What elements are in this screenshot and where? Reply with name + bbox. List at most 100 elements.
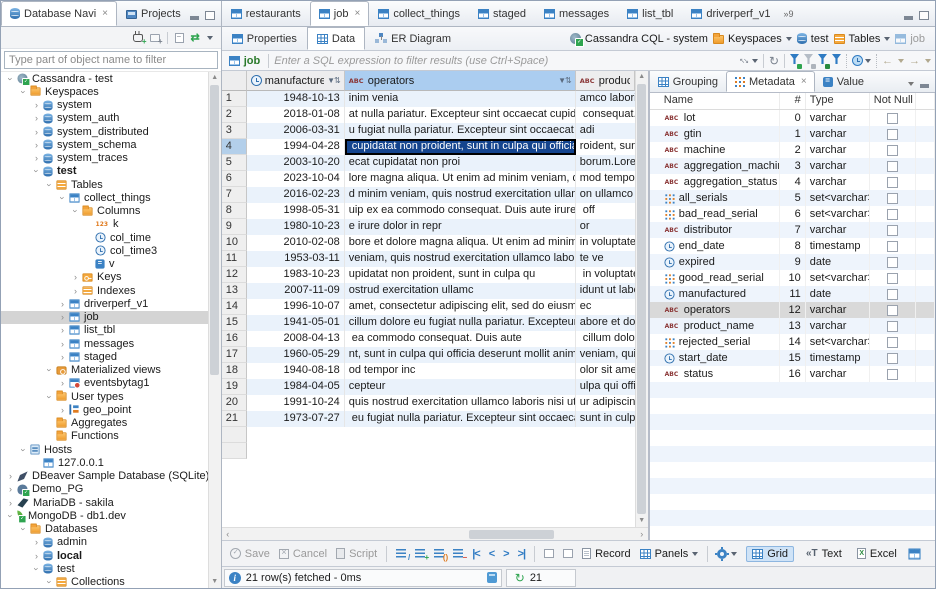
not-null-checkbox[interactable]: [887, 305, 898, 316]
row-number-cell[interactable]: 6: [222, 171, 247, 187]
not-null-checkbox[interactable]: [887, 353, 898, 364]
editor-tab-staged[interactable]: staged: [469, 1, 535, 26]
row-number-cell[interactable]: 5: [222, 155, 247, 171]
cell-manufactured[interactable]: 1991-10-24: [247, 395, 345, 411]
breadcrumb-tables[interactable]: Tables: [834, 33, 891, 45]
cell-product-name[interactable]: ec: [576, 299, 635, 315]
cell-manufactured[interactable]: 1953-03-11: [247, 251, 345, 267]
metadata-row-status[interactable]: status16varchar: [650, 366, 935, 382]
tree-item-cassandra-test[interactable]: ›Cassandra - test: [1, 72, 208, 85]
expander-icon[interactable]: ›: [45, 179, 55, 190]
not-null-checkbox[interactable]: [887, 369, 898, 380]
expander-icon[interactable]: ›: [70, 272, 81, 282]
tree-item-tables[interactable]: ›Tables: [1, 178, 208, 191]
dropdown-icon[interactable]: [884, 37, 890, 41]
expander-icon[interactable]: ›: [19, 444, 29, 455]
row-number-cell[interactable]: [222, 443, 247, 459]
auto-refresh-button[interactable]: [852, 55, 871, 66]
apply-filter-icon[interactable]: [790, 54, 799, 67]
panels-button[interactable]: Panels: [640, 548, 699, 560]
row-number-cell[interactable]: 3: [222, 123, 247, 139]
tree-item-dbeaver-sample-database-sqlite[interactable]: ›DBeaver Sample Database (SQLite): [1, 470, 208, 483]
add-row-icon[interactable]: +: [415, 549, 425, 558]
cell-operators[interactable]: ea commodo consequat. Duis aute: [345, 331, 576, 347]
expander-icon[interactable]: ›: [57, 405, 68, 415]
new-folder-icon[interactable]: [150, 34, 160, 42]
column-header-notnull[interactable]: Not Null: [870, 93, 916, 109]
next-row-icon[interactable]: >: [503, 548, 508, 560]
minimize-icon[interactable]: [904, 16, 913, 20]
record-button[interactable]: Record: [582, 548, 630, 560]
metadata-row-machine[interactable]: machine2varchar: [650, 142, 935, 158]
view-menu-icon[interactable]: [908, 82, 914, 86]
tree-item-list-tbl[interactable]: ›list_tbl: [1, 324, 208, 337]
row-number-cell[interactable]: 17: [222, 347, 247, 363]
cell-manufactured[interactable]: 1998-05-31: [247, 203, 345, 219]
minimize-icon[interactable]: [190, 16, 199, 20]
scroll-right-icon[interactable]: ›: [636, 528, 648, 540]
editor-tab-job[interactable]: job×: [310, 1, 370, 26]
expander-icon[interactable]: ›: [5, 498, 16, 508]
remove-filter-icon[interactable]: [804, 54, 813, 67]
tree-item-127-0-0-1[interactable]: 127.0.0.1: [1, 456, 208, 469]
expander-icon[interactable]: ›: [45, 577, 55, 588]
grid-view-toggle[interactable]: Grid: [746, 546, 794, 562]
view-menu-icon[interactable]: [207, 36, 213, 40]
cell-product-name[interactable]: te ve: [576, 251, 635, 267]
cell-manufactured[interactable]: 1940-08-18: [247, 363, 345, 379]
cell-product-name[interactable]: idunt ut labore: [576, 283, 635, 299]
row-number-cell[interactable]: 21: [222, 411, 247, 427]
cell-manufactured[interactable]: 1980-10-23: [247, 219, 345, 235]
view-tab-database-navi[interactable]: Database Navi×: [1, 1, 117, 26]
auto-refresh-menu-icon[interactable]: [865, 59, 871, 63]
panel-tab-value[interactable]: Value: [815, 71, 872, 92]
row-number-cell[interactable]: 4: [222, 139, 247, 155]
expander-icon[interactable]: ›: [57, 299, 68, 309]
breadcrumb-cassandra-cql-system[interactable]: Cassandra CQL - system: [570, 33, 708, 45]
cell-product-name[interactable]: ur adipiscing eli: [576, 395, 635, 411]
cell-product-name[interactable]: borum.Lorem ip: [576, 155, 635, 171]
close-icon[interactable]: ×: [801, 76, 807, 87]
cell-manufactured[interactable]: 1941-05-01: [247, 315, 345, 331]
row-number-cell[interactable]: [222, 427, 247, 443]
refresh-icon[interactable]: ↻: [515, 573, 525, 583]
metadata-row-end-date[interactable]: end_date8timestamp: [650, 238, 935, 254]
not-null-checkbox[interactable]: [887, 177, 898, 188]
text-view-toggle[interactable]: «TText: [803, 547, 845, 561]
not-null-checkbox[interactable]: [887, 113, 898, 124]
row-number-cell[interactable]: 1: [222, 91, 247, 107]
maximize-icon[interactable]: [919, 11, 929, 20]
metadata-row-start-date[interactable]: start_date15timestamp: [650, 350, 935, 366]
scrollbar-thumb[interactable]: [637, 84, 646, 514]
previous-row-icon[interactable]: <: [489, 548, 494, 560]
cell-operators[interactable]: nt, sunt in culpa qui officia deserunt m…: [345, 347, 576, 363]
metadata-row-operators[interactable]: operators12varchar: [650, 302, 935, 318]
cell-operators[interactable]: amet, consectetur adipiscing elit, sed d…: [345, 299, 576, 315]
expander-icon[interactable]: ›: [31, 537, 42, 547]
row-number-cell[interactable]: 13: [222, 283, 247, 299]
column-header-product-name[interactable]: product_name: [576, 71, 635, 91]
not-null-checkbox[interactable]: [887, 241, 898, 252]
fetch-size-icon[interactable]: [487, 572, 497, 583]
not-null-checkbox[interactable]: [887, 321, 898, 332]
expander-icon[interactable]: ›: [31, 140, 42, 150]
cell-product-name[interactable]: veniam, quis n: [576, 347, 635, 363]
editor-tab-collect-things[interactable]: collect_things: [369, 1, 469, 26]
metadata-row-gtin[interactable]: gtin1varchar: [650, 126, 935, 142]
row-number-cell[interactable]: 19: [222, 379, 247, 395]
metadata-row-good-read-serial[interactable]: good_read_serial10set<varchar>: [650, 270, 935, 286]
not-null-checkbox[interactable]: [887, 257, 898, 268]
metadata-row-expired[interactable]: expired9date: [650, 254, 935, 270]
cell-manufactured[interactable]: 2023-10-04: [247, 171, 345, 187]
settings-button[interactable]: [717, 548, 737, 559]
cell-operators[interactable]: ecat cupidatat non proi: [345, 155, 576, 171]
save-button[interactable]: Save: [230, 548, 270, 560]
not-null-checkbox[interactable]: [887, 209, 898, 220]
fetch-page-icon[interactable]: [544, 549, 554, 558]
expander-icon[interactable]: ›: [5, 484, 16, 494]
subtab-data[interactable]: Data: [307, 27, 365, 50]
cell-manufactured[interactable]: 1983-10-23: [247, 267, 345, 283]
subtab-properties[interactable]: Properties: [222, 27, 307, 50]
expander-icon[interactable]: ›: [71, 206, 81, 217]
metadata-row-bad-read-serial[interactable]: bad_read_serial6set<varchar>: [650, 206, 935, 222]
